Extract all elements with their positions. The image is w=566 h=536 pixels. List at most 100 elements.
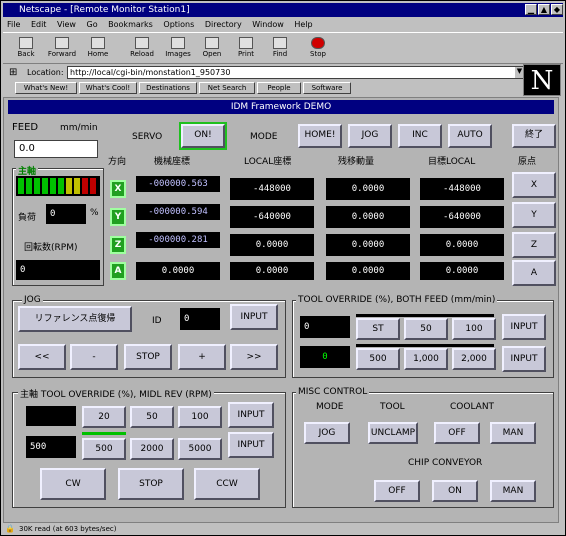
- stop-button[interactable]: Stop: [301, 35, 335, 63]
- spindle-rev-500-button[interactable]: 500: [82, 438, 126, 460]
- url-input[interactable]: http://local/cgi-bin/monstation1_950730: [67, 66, 525, 79]
- conveyor-on-button[interactable]: ON: [432, 480, 478, 502]
- tool-override-title: TOOL OVERRIDE (%), BOTH FEED (mm/min): [296, 295, 498, 305]
- servo-label: SERVO: [132, 132, 163, 142]
- forward-button[interactable]: Forward: [45, 35, 79, 63]
- reference-return-button[interactable]: リファレンス点復帰: [18, 306, 132, 332]
- mode-label: MODE: [250, 132, 278, 142]
- axis-z-indicator: Z: [110, 236, 126, 254]
- conveyor-off-button[interactable]: OFF: [374, 480, 420, 502]
- open-icon: [205, 37, 219, 49]
- menu-view[interactable]: View: [57, 20, 76, 29]
- spindle-override-100-button[interactable]: 100: [178, 406, 222, 428]
- axis-a-remain: 0.0000: [326, 262, 410, 280]
- spindle-rev-2000-button[interactable]: 2000: [130, 438, 174, 460]
- back-button[interactable]: Back: [9, 35, 43, 63]
- directory-bar: What's New! What's Cool! Destinations Ne…: [3, 81, 563, 96]
- security-icon: 🔒: [5, 524, 15, 533]
- axis-y-ref-button[interactable]: Y: [512, 202, 556, 228]
- menu-window[interactable]: Window: [252, 20, 284, 29]
- axis-a-indicator: A: [110, 262, 126, 280]
- spindle-override-50-button[interactable]: 50: [130, 406, 174, 428]
- inc-mode-button[interactable]: INC: [398, 124, 442, 148]
- axis-x-ref-button[interactable]: X: [512, 172, 556, 198]
- home-mode-button[interactable]: HOME!: [298, 124, 342, 148]
- jog-fast-forward-button[interactable]: >>: [230, 344, 278, 370]
- jog-mode-button[interactable]: JOG: [348, 124, 392, 148]
- software-button[interactable]: Software: [303, 82, 351, 94]
- coolant-man-button[interactable]: MAN: [490, 422, 536, 444]
- browser-window: Netscape - [Remote Monitor Station1] ▁ ▲…: [0, 0, 566, 536]
- servo-on-button[interactable]: ON!: [179, 122, 227, 150]
- coolant-off-button[interactable]: OFF: [434, 422, 480, 444]
- axis-a-ref-button[interactable]: A: [512, 260, 556, 286]
- auto-mode-button[interactable]: AUTO: [448, 124, 492, 148]
- find-button[interactable]: Find: [263, 35, 297, 63]
- feed-2000-button[interactable]: 2,000: [452, 348, 496, 370]
- print-button[interactable]: Print: [229, 35, 263, 63]
- minimize-button[interactable]: ▁: [525, 4, 537, 15]
- netscape-logo[interactable]: N: [523, 64, 561, 96]
- jog-id-value: 0: [180, 308, 220, 330]
- load-unit: %: [90, 208, 99, 218]
- spindle-ccw-button[interactable]: CCW: [194, 468, 260, 500]
- jog-stop-button[interactable]: STOP: [124, 344, 172, 370]
- axis-z-ref-button[interactable]: Z: [512, 232, 556, 258]
- coolant-label: COOLANT: [450, 402, 495, 412]
- jog-input-button[interactable]: INPUT: [230, 304, 278, 330]
- menu-help[interactable]: Help: [294, 20, 312, 29]
- axis-x-machine: -000000.563: [136, 176, 220, 192]
- axis-y-indicator: Y: [110, 208, 126, 226]
- tool-override-input-button[interactable]: INPUT: [502, 314, 546, 340]
- tool-override-100-button[interactable]: 100: [452, 318, 496, 340]
- exit-button[interactable]: 終了: [512, 124, 556, 148]
- whats-cool-button[interactable]: What's Cool!: [79, 82, 137, 94]
- spindle-rev-input-button[interactable]: INPUT: [228, 432, 274, 458]
- images-button[interactable]: Images: [161, 35, 195, 63]
- find-icon: [273, 37, 287, 49]
- menu-go[interactable]: Go: [87, 20, 98, 29]
- destinations-button[interactable]: Destinations: [139, 82, 197, 94]
- spindle-override-20-button[interactable]: 20: [82, 406, 126, 428]
- whats-new-button[interactable]: What's New!: [15, 82, 77, 94]
- jog-minus-button[interactable]: -: [70, 344, 118, 370]
- tool-override-st-button[interactable]: ST: [356, 318, 400, 340]
- axis-z-target: 0.0000: [420, 234, 504, 256]
- page-title: IDM Framework DEMO: [8, 100, 554, 114]
- reload-button[interactable]: Reload: [125, 35, 159, 63]
- jog-plus-button[interactable]: +: [178, 344, 226, 370]
- restore-button[interactable]: ◆: [551, 4, 563, 15]
- menu-directory[interactable]: Directory: [205, 20, 242, 29]
- spindle-override-input-button[interactable]: INPUT: [228, 402, 274, 428]
- misc-mode-label: MODE: [316, 402, 344, 412]
- people-button[interactable]: People: [257, 82, 301, 94]
- spindle-cw-button[interactable]: CW: [40, 468, 106, 500]
- unclamp-button[interactable]: UNCLAMP: [368, 422, 418, 444]
- conveyor-man-button[interactable]: MAN: [490, 480, 536, 502]
- feed-1000-button[interactable]: 1,000: [404, 348, 448, 370]
- open-button[interactable]: Open: [195, 35, 229, 63]
- net-search-button[interactable]: Net Search: [199, 82, 255, 94]
- feed-input-button[interactable]: INPUT: [502, 346, 546, 372]
- maximize-button[interactable]: ▲: [538, 4, 550, 15]
- feed-500-button[interactable]: 500: [356, 348, 400, 370]
- navigation-toolbar: Back Forward Home Reload Images Open Pri…: [3, 32, 563, 64]
- misc-jog-button[interactable]: JOG: [304, 422, 350, 444]
- print-icon: [239, 37, 253, 49]
- menu-options[interactable]: Options: [163, 20, 194, 29]
- ref-header: 原点: [518, 157, 537, 167]
- menu-file[interactable]: File: [7, 20, 20, 29]
- menu-bookmarks[interactable]: Bookmarks: [108, 20, 153, 29]
- jog-fast-back-button[interactable]: <<: [18, 344, 66, 370]
- spindle-rev-5000-button[interactable]: 5000: [178, 438, 222, 460]
- spindle-stop-button[interactable]: STOP: [118, 468, 184, 500]
- home-button[interactable]: Home: [81, 35, 115, 63]
- spindle-rev-indicator: [82, 432, 126, 435]
- tool-override-50-button[interactable]: 50: [404, 318, 448, 340]
- feed-label: FEED: [12, 122, 39, 133]
- bookmark-icon[interactable]: ⊞: [9, 67, 17, 78]
- feed-value: 0.0: [14, 140, 98, 158]
- menu-edit[interactable]: Edit: [31, 20, 47, 29]
- location-bar: ⊞ Location: http://local/cgi-bin/monstat…: [3, 65, 563, 81]
- feed-override-indicator: [356, 344, 494, 347]
